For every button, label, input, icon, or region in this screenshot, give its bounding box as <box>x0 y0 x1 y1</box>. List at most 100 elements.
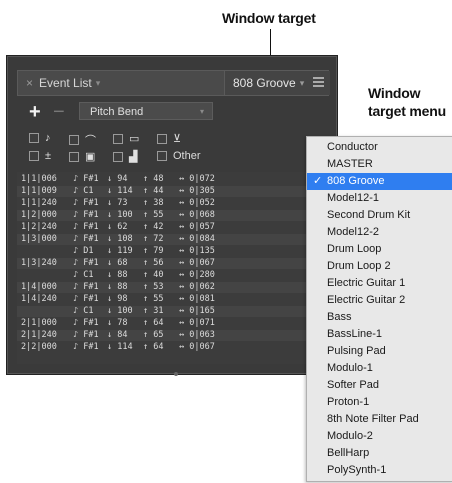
event-note-value: F#1 <box>83 258 99 268</box>
remove-event-button[interactable]: − <box>53 102 65 122</box>
filter-sysex[interactable]: ▣ <box>69 150 95 163</box>
filter-poly-pressure[interactable]: ▟ <box>113 150 137 163</box>
event-release: ↑ 79 <box>143 246 164 256</box>
checkbox[interactable] <box>157 133 167 144</box>
event-row[interactable]: 2|2|000 ♪ F#1 ↓ 114 ↑ 64 ↔ 0|067 <box>17 342 329 353</box>
event-duration-value: 0|081 <box>189 294 215 304</box>
event-velocity-value: 114 <box>117 186 133 196</box>
event-release: ↑ 44 <box>143 186 164 196</box>
event-velocity-value: 68 <box>117 258 128 268</box>
program-change-icon: ▭ <box>129 133 140 145</box>
event-row[interactable]: ♪ C1 ↓ 88 ↑ 40 ↔ 0|280 <box>17 270 329 281</box>
event-duration-value: 0|067 <box>189 258 215 268</box>
event-velocity-value: 78 <box>117 318 128 328</box>
event-time: 1|4|000 <box>21 282 57 292</box>
event-row[interactable]: ♪ C1 ↓ 100 ↑ 31 ↔ 0|165 <box>17 306 329 317</box>
event-release-value: 56 <box>153 258 164 268</box>
event-velocity-value: 108 <box>117 234 133 244</box>
menu-item-label: 8th Note Filter Pad <box>327 413 419 425</box>
filter-notes[interactable]: ♪ <box>29 132 51 144</box>
window-titlebar: × Event List ▾ 808 Groove ▾ <box>17 70 330 96</box>
menu-item[interactable]: Second Drum Kit <box>307 207 452 224</box>
event-velocity: ↓ 73 <box>107 198 128 208</box>
window-target-button[interactable]: 808 Groove ▾ <box>224 71 330 95</box>
event-velocity: ↓ 98 <box>107 294 128 304</box>
event-velocity: ↓ 84 <box>107 330 128 340</box>
checkbox[interactable] <box>113 133 123 144</box>
event-release-value: 48 <box>153 174 164 184</box>
checkbox[interactable] <box>69 151 79 162</box>
event-row[interactable]: 1|1|240 ♪ F#1 ↓ 73 ↑ 38 ↔ 0|052 <box>17 198 329 209</box>
event-duration: ↔ 0|081 <box>179 294 215 304</box>
filter-other-label: Other <box>173 150 201 162</box>
event-row[interactable]: 2|1|240 ♪ F#1 ↓ 84 ↑ 65 ↔ 0|063 <box>17 330 329 341</box>
event-release-value: 55 <box>153 210 164 220</box>
hamburger-menu-icon[interactable] <box>313 77 324 87</box>
menu-item[interactable]: Model12-1 <box>307 190 452 207</box>
event-duration: ↔ 0|135 <box>179 246 215 256</box>
resize-handle[interactable] <box>174 372 178 376</box>
close-icon[interactable]: × <box>26 76 33 90</box>
event-note-value: F#1 <box>83 222 99 232</box>
event-row[interactable]: 1|3|000 ♪ F#1 ↓ 108 ↑ 72 ↔ 0|084 <box>17 234 329 245</box>
event-duration-value: 0|057 <box>189 222 215 232</box>
filter-pitch-bend[interactable]: ⌒ <box>69 132 96 148</box>
menu-item[interactable]: Bass <box>307 309 452 326</box>
event-list-window: × Event List ▾ 808 Groove ▾ + − Pitch Be… <box>6 55 338 376</box>
event-row[interactable]: 1|4|240 ♪ F#1 ↓ 98 ↑ 55 ↔ 0|081 <box>17 294 329 305</box>
menu-item[interactable]: Electric Guitar 2 <box>307 292 452 309</box>
event-row[interactable]: 1|3|240 ♪ F#1 ↓ 68 ↑ 56 ↔ 0|067 <box>17 258 329 269</box>
event-release-value: 31 <box>153 306 164 316</box>
event-row[interactable]: 1|1|006 ♪ F#1 ↓ 94 ↑ 48 ↔ 0|072 <box>17 174 329 185</box>
menu-item[interactable]: Conductor <box>307 139 452 156</box>
menu-item[interactable]: Drum Loop <box>307 241 452 258</box>
event-release-value: 79 <box>153 246 164 256</box>
event-release: ↑ 64 <box>143 318 164 328</box>
event-row[interactable]: 2|1|000 ♪ F#1 ↓ 78 ↑ 64 ↔ 0|071 <box>17 318 329 329</box>
event-row[interactable]: 1|4|000 ♪ F#1 ↓ 88 ↑ 53 ↔ 0|062 <box>17 282 329 293</box>
menu-item[interactable]: MASTER <box>307 156 452 173</box>
event-row[interactable]: ♪ D1 ↓ 119 ↑ 79 ↔ 0|135 <box>17 246 329 257</box>
menu-item[interactable]: Proton-1 <box>307 394 452 411</box>
checkbox[interactable] <box>157 151 167 161</box>
menu-item[interactable]: 8th Note Filter Pad <box>307 411 452 428</box>
event-row[interactable]: 1|1|009 ♪ C1 ↓ 114 ↑ 44 ↔ 0|305 <box>17 186 329 197</box>
event-velocity-value: 119 <box>117 246 133 256</box>
menu-item[interactable]: Pulsing Pad <box>307 343 452 360</box>
window-target-callout: Window target <box>222 10 316 26</box>
filter-aftertouch[interactable]: ⊻ <box>157 132 181 145</box>
add-event-button[interactable]: + <box>29 102 41 122</box>
menu-item[interactable]: Modulo-1 <box>307 360 452 377</box>
event-note-value: F#1 <box>83 294 99 304</box>
menu-item-label: MASTER <box>327 158 373 170</box>
event-velocity-value: 114 <box>117 342 133 352</box>
menu-item[interactable]: BellHarp <box>307 445 452 462</box>
menu-item[interactable]: ✓ 808 Groove <box>307 173 452 190</box>
event-note: ♪ F#1 <box>73 282 99 292</box>
checkbox[interactable] <box>29 133 39 143</box>
menu-item[interactable]: Softer Pad <box>307 377 452 394</box>
event-note-value: F#1 <box>83 342 99 352</box>
event-row[interactable]: 1|2|240 ♪ F#1 ↓ 62 ↑ 42 ↔ 0|057 <box>17 222 329 233</box>
checkbox[interactable] <box>69 135 79 145</box>
event-note: ♪ F#1 <box>73 234 99 244</box>
menu-item[interactable]: Modulo-2 <box>307 428 452 445</box>
event-duration: ↔ 0|052 <box>179 198 215 208</box>
checkbox[interactable] <box>29 151 39 161</box>
checkbox[interactable] <box>113 151 123 162</box>
event-release: ↑ 40 <box>143 270 164 280</box>
event-type-select[interactable]: Pitch Bend ▾ <box>79 102 213 120</box>
menu-item[interactable]: BassLine-1 <box>307 326 452 343</box>
menu-item[interactable]: Drum Loop 2 <box>307 258 452 275</box>
tab-event-list[interactable]: × Event List ▾ <box>18 71 216 95</box>
filter-program[interactable]: ▭ <box>113 132 139 145</box>
filter-other[interactable]: Other <box>157 150 201 162</box>
menu-item[interactable]: PolySynth-1 <box>307 462 452 479</box>
event-row[interactable]: 1|2|000 ♪ F#1 ↓ 100 ↑ 55 ↔ 0|068 <box>17 210 329 221</box>
event-note-value: F#1 <box>83 330 99 340</box>
menu-item[interactable]: Model12-2 <box>307 224 452 241</box>
event-velocity-value: 98 <box>117 294 128 304</box>
event-time: 1|1|240 <box>21 198 57 208</box>
filter-controller[interactable]: ± <box>29 150 51 162</box>
menu-item[interactable]: Electric Guitar 1 <box>307 275 452 292</box>
